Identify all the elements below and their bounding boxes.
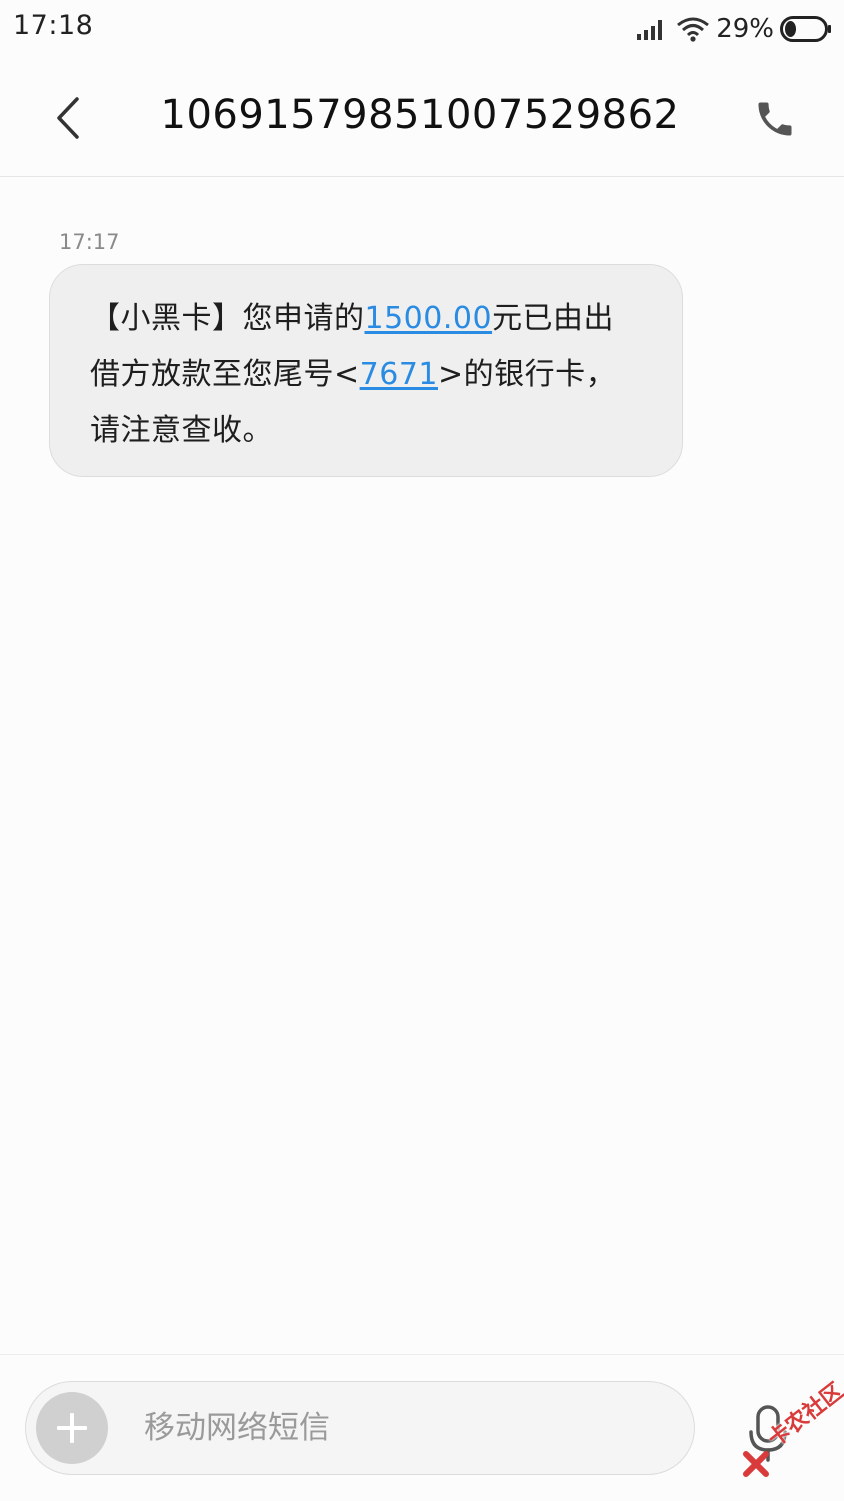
battery-percent: 29%: [716, 14, 774, 44]
voice-input-button[interactable]: [740, 1399, 796, 1469]
conversation-header: 10691579851007529862: [0, 58, 844, 177]
message-composer: [0, 1354, 844, 1501]
status-icons: 29%: [636, 12, 832, 46]
message-input[interactable]: [144, 1382, 664, 1474]
message-input-container: [25, 1381, 695, 1475]
message-bubble[interactable]: 【小黑卡】您申请的1500.00元已由出借方放款至您尾号<7671>的银行卡，请…: [49, 264, 683, 477]
wifi-icon: [676, 16, 710, 42]
message-text: 【小黑卡】您申请的: [90, 301, 365, 336]
battery-icon: [780, 16, 832, 42]
signal-icon: [636, 18, 666, 40]
microphone-icon: [749, 1405, 787, 1462]
phone-icon: [758, 102, 792, 136]
call-button[interactable]: [746, 90, 804, 148]
message-timestamp: 17:17: [59, 230, 120, 254]
amount-link[interactable]: 1500.00: [365, 301, 493, 336]
add-attachment-button[interactable]: [36, 1392, 108, 1464]
plus-icon: [57, 1413, 87, 1443]
contact-number-title: 10691579851007529862: [160, 92, 680, 138]
chevron-left-icon: [57, 97, 79, 139]
status-time: 17:18: [13, 10, 94, 41]
card-number-link[interactable]: 7671: [360, 357, 438, 392]
back-button[interactable]: [40, 88, 96, 148]
status-bar: 17:18 29%: [0, 0, 844, 58]
